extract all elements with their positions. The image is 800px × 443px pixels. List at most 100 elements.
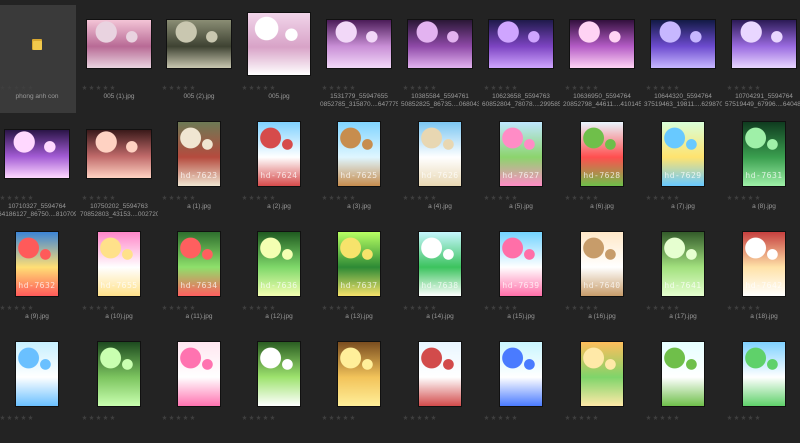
star-icon[interactable] bbox=[734, 305, 739, 310]
star-icon[interactable] bbox=[741, 85, 746, 90]
star-icon[interactable] bbox=[424, 415, 429, 420]
star-icon[interactable] bbox=[498, 195, 503, 200]
star-icon[interactable] bbox=[646, 85, 651, 90]
star-icon[interactable] bbox=[491, 305, 496, 310]
star-icon[interactable] bbox=[417, 85, 422, 90]
star-icon[interactable] bbox=[505, 305, 510, 310]
rating-stars[interactable] bbox=[484, 305, 517, 312]
star-icon[interactable] bbox=[28, 195, 33, 200]
star-icon[interactable] bbox=[336, 195, 341, 200]
star-icon[interactable] bbox=[410, 415, 415, 420]
star-icon[interactable] bbox=[498, 415, 503, 420]
star-icon[interactable] bbox=[96, 85, 101, 90]
rating-stars[interactable] bbox=[0, 305, 33, 312]
star-icon[interactable] bbox=[263, 195, 268, 200]
star-icon[interactable] bbox=[14, 415, 19, 420]
rating-stars[interactable] bbox=[646, 415, 679, 422]
star-icon[interactable] bbox=[674, 85, 679, 90]
rating-stars[interactable] bbox=[0, 85, 33, 92]
star-icon[interactable] bbox=[21, 85, 26, 90]
rating-stars[interactable] bbox=[484, 85, 517, 92]
star-icon[interactable] bbox=[727, 415, 732, 420]
thumbnail-item[interactable]: hd-7624 a (2).jpg bbox=[240, 115, 318, 223]
star-icon[interactable] bbox=[190, 415, 195, 420]
star-icon[interactable] bbox=[329, 415, 334, 420]
rating-stars[interactable] bbox=[565, 415, 598, 422]
star-icon[interactable] bbox=[667, 195, 672, 200]
star-icon[interactable] bbox=[82, 85, 87, 90]
star-icon[interactable] bbox=[403, 305, 408, 310]
star-icon[interactable] bbox=[110, 415, 115, 420]
star-icon[interactable] bbox=[89, 305, 94, 310]
thumbnail-item[interactable]: hd-7628 a (6).jpg bbox=[563, 115, 641, 223]
star-icon[interactable] bbox=[505, 415, 510, 420]
star-icon[interactable] bbox=[183, 195, 188, 200]
star-icon[interactable] bbox=[653, 305, 658, 310]
thumbnail-item[interactable]: hd-7640 a (16).jpg bbox=[563, 225, 641, 333]
star-icon[interactable] bbox=[242, 195, 247, 200]
star-icon[interactable] bbox=[242, 85, 247, 90]
star-icon[interactable] bbox=[431, 415, 436, 420]
rating-stars[interactable] bbox=[162, 85, 195, 92]
rating-stars[interactable] bbox=[403, 195, 436, 202]
rating-stars[interactable] bbox=[242, 305, 275, 312]
thumbnail-item[interactable]: phong anh con bbox=[0, 5, 76, 113]
star-icon[interactable] bbox=[565, 195, 570, 200]
star-icon[interactable] bbox=[263, 85, 268, 90]
star-icon[interactable] bbox=[329, 195, 334, 200]
star-icon[interactable] bbox=[417, 305, 422, 310]
star-icon[interactable] bbox=[491, 85, 496, 90]
rating-stars[interactable] bbox=[403, 305, 436, 312]
star-icon[interactable] bbox=[755, 85, 760, 90]
thumbnail-item[interactable] bbox=[240, 335, 318, 443]
star-icon[interactable] bbox=[270, 305, 275, 310]
star-icon[interactable] bbox=[667, 415, 672, 420]
rating-stars[interactable] bbox=[0, 195, 33, 202]
star-icon[interactable] bbox=[329, 85, 334, 90]
thumbnail-item[interactable] bbox=[482, 335, 560, 443]
rating-stars[interactable] bbox=[0, 415, 33, 422]
star-icon[interactable] bbox=[593, 85, 598, 90]
star-icon[interactable] bbox=[110, 195, 115, 200]
rating-stars[interactable] bbox=[403, 85, 436, 92]
star-icon[interactable] bbox=[322, 85, 327, 90]
star-icon[interactable] bbox=[403, 415, 408, 420]
star-icon[interactable] bbox=[183, 415, 188, 420]
star-icon[interactable] bbox=[593, 415, 598, 420]
star-icon[interactable] bbox=[256, 195, 261, 200]
star-icon[interactable] bbox=[89, 85, 94, 90]
star-icon[interactable] bbox=[96, 415, 101, 420]
star-icon[interactable] bbox=[343, 85, 348, 90]
star-icon[interactable] bbox=[565, 415, 570, 420]
thumbnail-item[interactable] bbox=[563, 335, 641, 443]
star-icon[interactable] bbox=[424, 305, 429, 310]
star-icon[interactable] bbox=[270, 85, 275, 90]
star-icon[interactable] bbox=[89, 195, 94, 200]
rating-stars[interactable] bbox=[82, 415, 115, 422]
star-icon[interactable] bbox=[329, 305, 334, 310]
star-icon[interactable] bbox=[242, 415, 247, 420]
star-icon[interactable] bbox=[190, 305, 195, 310]
star-icon[interactable] bbox=[270, 415, 275, 420]
star-icon[interactable] bbox=[431, 85, 436, 90]
thumbnail-item[interactable]: 10636950_5594764 20852798_44611....41014… bbox=[563, 5, 641, 113]
star-icon[interactable] bbox=[653, 195, 658, 200]
thumbnail-item[interactable] bbox=[320, 335, 398, 443]
thumbnail-item[interactable]: hd-7636 a (12).jpg bbox=[240, 225, 318, 333]
star-icon[interactable] bbox=[727, 195, 732, 200]
star-icon[interactable] bbox=[755, 195, 760, 200]
thumbnail-item[interactable]: hd-7634 a (11).jpg bbox=[160, 225, 238, 333]
rating-stars[interactable] bbox=[162, 305, 195, 312]
thumbnail-item[interactable]: hd-7637 a (13).jpg bbox=[320, 225, 398, 333]
star-icon[interactable] bbox=[586, 195, 591, 200]
thumbnail-item[interactable]: hd-7623 a (1).jpg bbox=[160, 115, 238, 223]
star-icon[interactable] bbox=[565, 305, 570, 310]
star-icon[interactable] bbox=[572, 85, 577, 90]
star-icon[interactable] bbox=[491, 415, 496, 420]
thumbnail-item[interactable]: 1531779_55947655 0852785_315870....64777… bbox=[320, 5, 398, 113]
star-icon[interactable] bbox=[21, 305, 26, 310]
star-icon[interactable] bbox=[256, 305, 261, 310]
star-icon[interactable] bbox=[176, 415, 181, 420]
star-icon[interactable] bbox=[484, 305, 489, 310]
star-icon[interactable] bbox=[734, 415, 739, 420]
